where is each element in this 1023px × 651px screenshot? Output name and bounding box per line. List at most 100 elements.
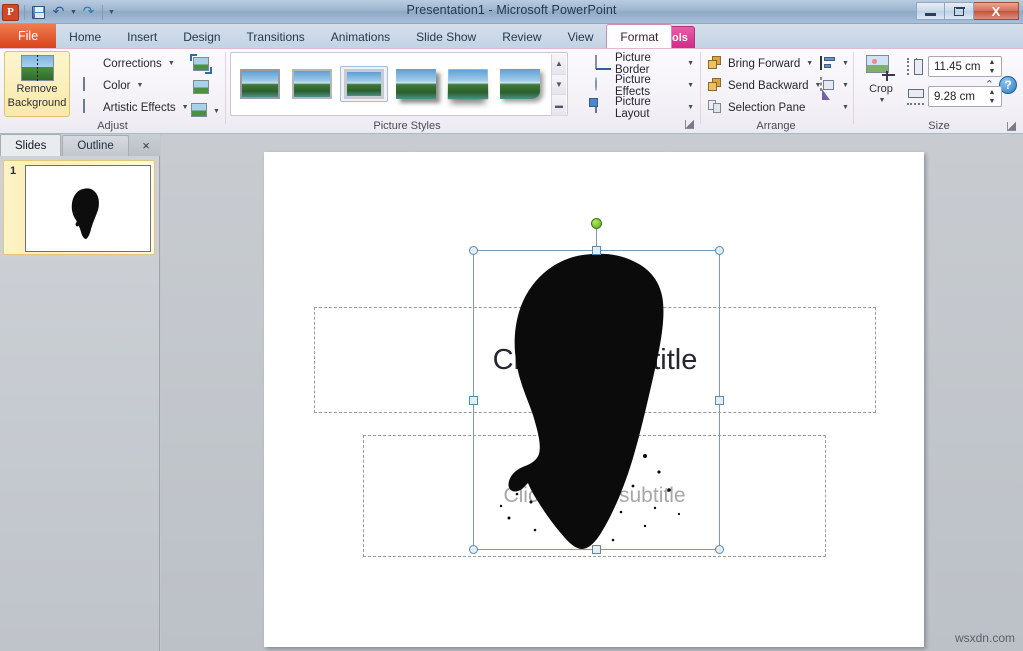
shape-width-stepper[interactable]: ▲▼ (986, 89, 998, 106)
chevron-down-icon[interactable]: ▼ (168, 60, 175, 67)
close-button[interactable]: X (974, 2, 1019, 20)
tab-review[interactable]: Review (489, 25, 554, 48)
artistic-effects-icon (83, 100, 99, 116)
window-title: Presentation1 - Microsoft PowerPoint (0, 3, 1023, 17)
picture-effects-button[interactable]: Picture Effects ▼ (592, 75, 697, 96)
picture-style-thumbnail[interactable] (340, 66, 388, 102)
bring-forward-button[interactable]: Bring Forward ▼ (705, 53, 816, 74)
close-panel-icon[interactable]: × (138, 137, 154, 153)
window-controls: X (916, 2, 1019, 20)
slide-canvas[interactable]: Click to add title Click to add subtitle (264, 152, 924, 647)
resize-handle-bottom-left[interactable] (469, 545, 478, 554)
remove-background-button[interactable]: Remove Background (4, 51, 70, 117)
chevron-down-icon[interactable]: ▼ (687, 60, 694, 67)
color-label: Color (103, 80, 130, 92)
align-button[interactable]: ▼ (817, 53, 852, 74)
corrections-button[interactable]: Corrections ▼ (80, 53, 178, 74)
reset-picture-icon (191, 103, 207, 117)
picture-layout-icon (595, 100, 611, 116)
slides-outline-panel: Slides Outline × 1 (0, 134, 160, 651)
remove-background-label-line1: Remove (17, 83, 58, 95)
resize-handle-top-right[interactable] (715, 246, 724, 255)
ribbon-group-picture-styles: ▲ ▼ ▬ Picture Styles (227, 48, 587, 134)
tab-slide-show[interactable]: Slide Show (403, 25, 489, 48)
resize-handle-top-left[interactable] (469, 246, 478, 255)
ribbon-group-arrange: Bring Forward ▼ Send Backward ▼ Selectio… (702, 48, 850, 134)
chevron-down-icon[interactable]: ▼ (687, 104, 694, 111)
slide-thumbnail-preview[interactable] (25, 165, 151, 252)
slide-thumbnail-item[interactable]: 1 (3, 160, 155, 255)
picture-style-thumbnail[interactable] (444, 66, 492, 102)
picture-styles-gallery[interactable]: ▲ ▼ ▬ (230, 52, 568, 116)
resize-handle-left-middle[interactable] (469, 396, 478, 405)
tab-file[interactable]: File (0, 24, 56, 48)
shape-width-icon (907, 88, 924, 105)
picture-style-thumbnail[interactable] (392, 66, 440, 102)
compress-pictures-button[interactable] (190, 53, 212, 75)
reset-picture-dropdown-icon[interactable]: ▼ (213, 108, 220, 115)
color-button[interactable]: Color ▼ (80, 75, 146, 96)
chevron-down-icon[interactable]: ▼ (879, 97, 886, 104)
tab-insert[interactable]: Insert (114, 25, 170, 48)
gallery-scrollbar[interactable]: ▲ ▼ ▬ (551, 54, 566, 116)
reset-picture-button[interactable] (188, 99, 210, 121)
gallery-scroll-down-icon[interactable]: ▼ (552, 75, 566, 96)
picture-border-button[interactable]: Picture Border ▼ (592, 53, 697, 74)
picture-style-thumbnail[interactable] (288, 66, 336, 102)
picture-layout-button[interactable]: Picture Layout ▼ (592, 97, 697, 118)
tab-transitions[interactable]: Transitions (234, 25, 318, 48)
picture-effects-icon (595, 78, 611, 94)
ribbon-group-size: Crop ▼ 11.45 cm ▲▼ 9.28 cm ▲▼ Size (855, 48, 1023, 134)
chevron-down-icon[interactable]: ▼ (136, 82, 143, 89)
resize-handle-top-middle[interactable] (592, 246, 601, 255)
ribbon-group-adjust: Remove Background Corrections ▼ Color ▼ … (0, 48, 225, 134)
selection-pane-button[interactable]: Selection Pane (705, 97, 808, 118)
portrait-silhouette-icon (473, 250, 722, 552)
minimize-button[interactable] (916, 2, 945, 20)
tab-animations[interactable]: Animations (318, 25, 403, 48)
tab-slides[interactable]: Slides (0, 134, 61, 156)
chevron-down-icon[interactable]: ▼ (687, 82, 694, 89)
picture-effects-label: Picture Effects (615, 74, 681, 98)
picture-styles-dialog-launcher[interactable] (683, 117, 695, 129)
crop-icon (866, 55, 896, 81)
resize-handle-bottom-right[interactable] (715, 545, 724, 554)
crop-button[interactable]: Crop ▼ (859, 52, 903, 114)
restore-button[interactable] (945, 2, 974, 20)
group-label-arrange: Arrange (702, 120, 850, 132)
remove-background-label-line2: Background (8, 97, 67, 109)
picture-border-label: Picture Border (615, 52, 681, 76)
change-picture-button[interactable] (190, 76, 212, 98)
selected-picture[interactable] (473, 250, 720, 550)
chevron-down-icon[interactable]: ▼ (806, 60, 813, 67)
chevron-down-icon[interactable]: ▼ (842, 82, 849, 89)
chevron-down-icon[interactable]: ▼ (842, 60, 849, 67)
shape-height-input[interactable]: 11.45 cm ▲▼ (928, 56, 1002, 77)
tab-format[interactable]: Format (606, 24, 672, 48)
bring-forward-icon (708, 56, 724, 72)
rotate-handle[interactable] (591, 218, 602, 229)
corrections-label: Corrections (103, 58, 162, 70)
artistic-effects-label: Artistic Effects (103, 102, 176, 114)
tab-home[interactable]: Home (56, 25, 114, 48)
rotate-button[interactable]: ▼ (817, 97, 852, 118)
tab-design[interactable]: Design (170, 25, 233, 48)
picture-style-thumbnail[interactable] (236, 66, 284, 102)
crop-label: Crop (869, 83, 893, 95)
resize-handle-bottom-middle[interactable] (592, 545, 601, 554)
gallery-scroll-up-icon[interactable]: ▲ (552, 54, 566, 75)
artistic-effects-button[interactable]: Artistic Effects ▼ (80, 97, 192, 118)
picture-style-thumbnail[interactable] (496, 66, 544, 102)
send-backward-button[interactable]: Send Backward ▼ (705, 75, 824, 96)
chevron-down-icon[interactable]: ▼ (842, 104, 849, 111)
tab-outline[interactable]: Outline (62, 135, 128, 156)
group-divider (700, 52, 701, 124)
shape-height-stepper[interactable]: ▲▼ (986, 59, 998, 76)
resize-handle-right-middle[interactable] (715, 396, 724, 405)
change-picture-icon (193, 80, 209, 94)
align-icon (820, 56, 836, 72)
shape-width-input[interactable]: 9.28 cm ▲▼ (928, 86, 1002, 107)
gallery-more-icon[interactable]: ▬ (552, 95, 566, 116)
selection-pane-icon (708, 100, 724, 116)
tab-view[interactable]: View (555, 25, 607, 48)
